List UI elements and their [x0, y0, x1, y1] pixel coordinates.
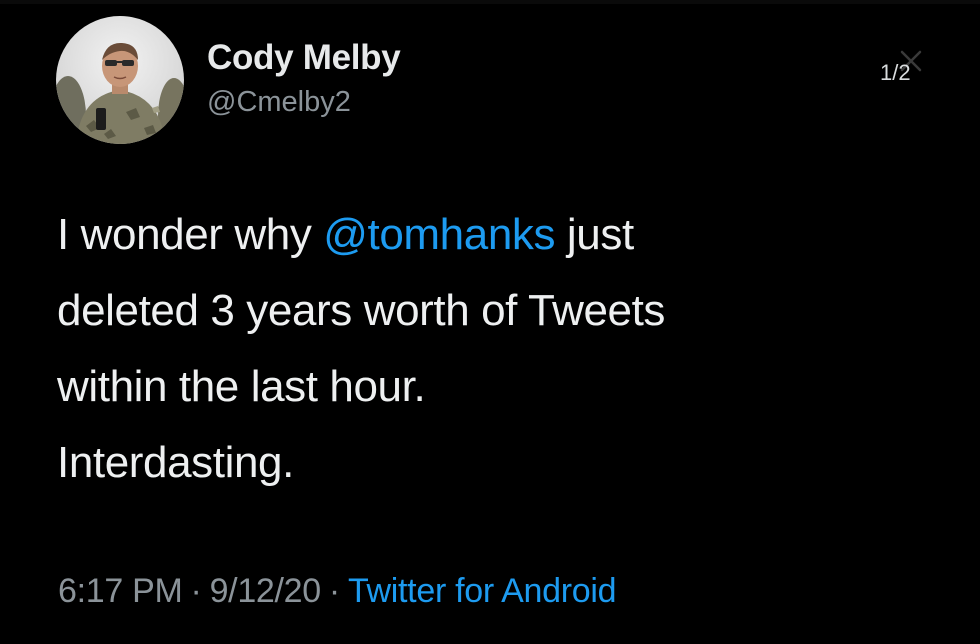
- top-edge-divider: [0, 0, 980, 4]
- page-counter: 1/2: [880, 60, 911, 85]
- tweet-line-3: within the last hour.: [57, 362, 426, 411]
- tweet-line-2: deleted 3 years worth of Tweets: [57, 286, 666, 335]
- avatar[interactable]: [56, 16, 184, 144]
- tweet-line-1: I wonder why @tomhanks just: [57, 197, 937, 273]
- avatar-photo: [56, 16, 184, 144]
- tweet-line-4: Interdasting.: [57, 438, 294, 487]
- tweet-source-link[interactable]: Twitter for Android: [348, 572, 617, 610]
- mention-link[interactable]: @tomhanks: [323, 210, 555, 259]
- meta-separator: ·: [328, 572, 340, 610]
- author-handle[interactable]: @Cmelby2: [207, 86, 351, 119]
- tweet-text-segment: I wonder why: [57, 210, 324, 259]
- author-display-name[interactable]: Cody Melby: [207, 38, 401, 78]
- tweet-text-segment: just: [555, 210, 634, 259]
- tweet-meta: 6:17 PM · 9/12/20 · Twitter for Android: [58, 572, 617, 611]
- tweet-time[interactable]: 6:17 PM: [58, 572, 183, 610]
- meta-separator: ·: [190, 572, 202, 610]
- tweet-body: I wonder why @tomhanks just deleted 3 ye…: [57, 197, 937, 501]
- tweet-date[interactable]: 9/12/20: [210, 572, 322, 610]
